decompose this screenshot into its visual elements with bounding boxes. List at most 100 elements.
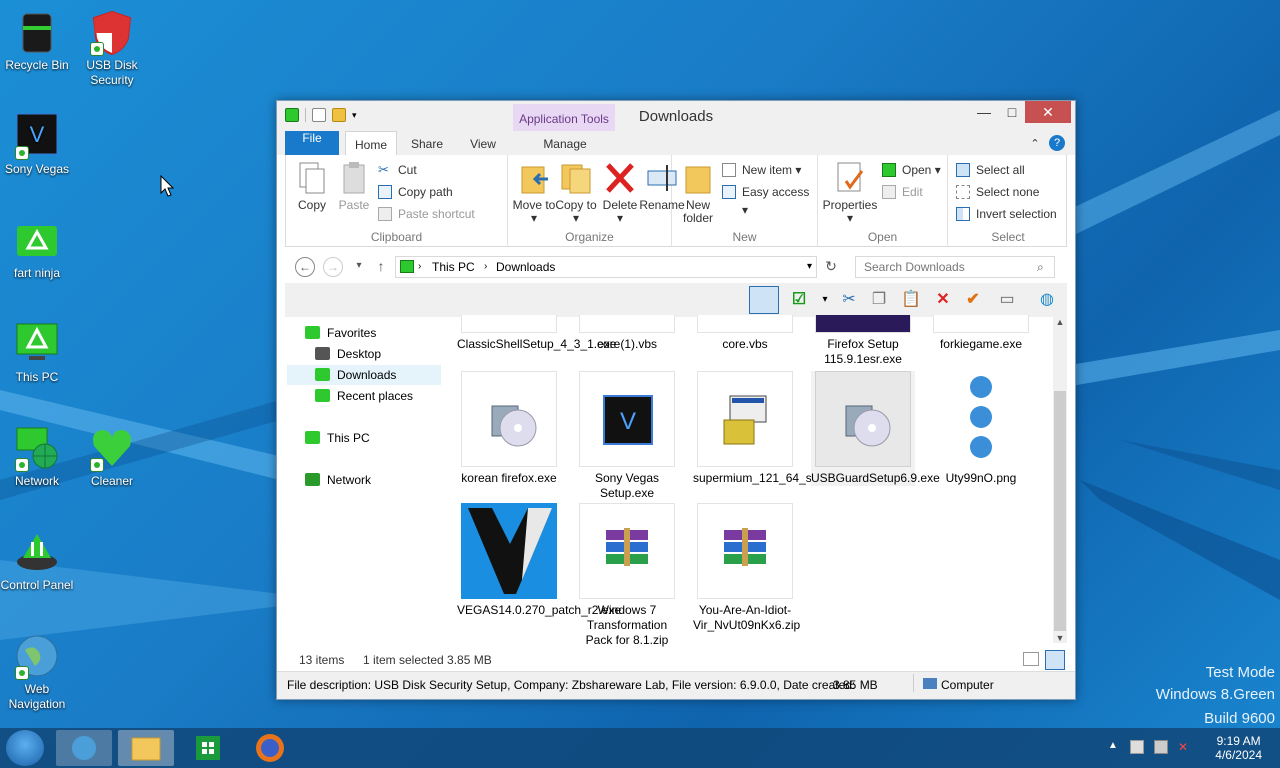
invert-selection-button[interactable]: Invert selection xyxy=(956,205,1057,223)
watermark-line-1: Test Mode xyxy=(1205,664,1275,681)
file-item[interactable]: Uty99nO.png xyxy=(929,371,1033,486)
paste-button[interactable]: Paste xyxy=(332,161,376,212)
cut-button[interactable]: ✂ Cut xyxy=(378,161,417,179)
desktop-icon-sony-vegas[interactable]: V Sony Vegas xyxy=(0,112,74,177)
nav-desktop[interactable]: Desktop xyxy=(315,344,381,364)
file-item[interactable]: VEGAS14.0.270_patch_r2.exe xyxy=(457,503,621,618)
close-button[interactable]: ✕ xyxy=(1025,101,1071,123)
tab-share[interactable]: Share xyxy=(405,131,449,155)
file-item[interactable]: core.vbs xyxy=(693,315,797,352)
forward-button[interactable]: → xyxy=(323,257,343,277)
desktop-icon-this-pc[interactable]: This PC xyxy=(0,320,74,385)
back-button[interactable]: ← xyxy=(295,257,315,277)
preview-pane-icon[interactable] xyxy=(749,286,779,314)
taskbar-ie-icon[interactable] xyxy=(56,730,112,766)
properties-toolbar-icon[interactable]: ✔ xyxy=(961,288,985,312)
file-item[interactable]: ClassicShellSetup_4_3_1.exe xyxy=(457,315,616,352)
rename-toolbar-icon[interactable]: ▭ xyxy=(995,288,1019,312)
checkmark-dropdown-icon[interactable]: ▾ xyxy=(813,288,837,312)
file-item[interactable]: Windows 7 Transformation Pack for 8.1.zi… xyxy=(575,503,679,648)
volume-muted-icon[interactable]: ✕ xyxy=(1178,740,1192,754)
select-none-button[interactable]: Select none xyxy=(956,183,1039,201)
search-input[interactable]: Search Downloads xyxy=(855,256,1055,278)
large-icons-view-icon[interactable] xyxy=(1045,650,1065,670)
start-button-icon[interactable] xyxy=(6,730,44,766)
tab-file[interactable]: File xyxy=(285,131,339,155)
refresh-button[interactable]: ↻ xyxy=(821,257,841,277)
desktop-icon-cleaner[interactable]: Cleaner xyxy=(75,424,149,489)
recent-locations-icon[interactable]: ▾ xyxy=(349,257,369,277)
nav-downloads[interactable]: Downloads xyxy=(287,365,441,385)
desktop-icon-fart-ninja[interactable]: fart ninja xyxy=(0,216,74,281)
tab-view[interactable]: View xyxy=(461,131,505,155)
new-folder-button[interactable]: New folder xyxy=(676,161,720,225)
file-item[interactable]: supermium_121_64_setup.exe xyxy=(693,371,858,486)
copy-toolbar-icon[interactable]: ❐ xyxy=(867,288,891,312)
collapse-ribbon-icon[interactable]: ⌃ xyxy=(1027,131,1043,155)
easy-access-button[interactable]: Easy access ▾ xyxy=(722,183,817,217)
file-item[interactable]: V Sony Vegas Setup.exe xyxy=(575,371,679,501)
tab-home[interactable]: Home xyxy=(345,131,397,155)
desktop-icon-control-panel[interactable]: Control Panel xyxy=(0,528,74,593)
title-bar[interactable]: ▾ Downloads Application Tools — □ ✕ xyxy=(277,101,1075,131)
open-button[interactable]: Open ▾ xyxy=(882,161,941,179)
delete-button[interactable]: Delete ▾ xyxy=(598,161,642,225)
show-hidden-icons[interactable]: ▲ xyxy=(1108,740,1118,751)
details-view-icon[interactable] xyxy=(1023,652,1039,666)
action-center-flag-icon[interactable] xyxy=(1130,740,1144,754)
tab-manage[interactable]: Manage xyxy=(535,131,595,155)
script-icon xyxy=(579,315,675,333)
move-to-button[interactable]: Move to ▾ xyxy=(512,161,556,225)
new-folder-label: New folder xyxy=(682,198,714,225)
scroll-up-icon[interactable]: ▲ xyxy=(1053,317,1067,327)
new-item-button[interactable]: New item ▾ xyxy=(722,161,801,179)
maximize-button[interactable]: □ xyxy=(995,101,1029,123)
file-item[interactable]: forkiegame.exe xyxy=(929,315,1033,352)
scroll-down-icon[interactable]: ▼ xyxy=(1053,633,1067,643)
cut-toolbar-icon[interactable]: ✂ xyxy=(837,288,861,312)
nav-favorites[interactable]: Favorites xyxy=(305,323,376,343)
paste-shortcut-button[interactable]: Paste shortcut xyxy=(378,205,475,223)
copy-path-button[interactable]: Copy path xyxy=(378,183,453,201)
select-all-button[interactable]: Select all xyxy=(956,161,1025,179)
desktop-icon xyxy=(315,347,330,360)
copy-button[interactable]: Copy xyxy=(290,161,334,212)
watermark-line-2: Windows 8.Green xyxy=(1155,686,1275,703)
winrar-archive-icon xyxy=(697,503,793,599)
properties-button[interactable]: Properties ▾ xyxy=(822,161,878,225)
taskbar-store-icon[interactable] xyxy=(180,730,236,766)
file-size: 3.85 MB xyxy=(833,678,878,692)
nav-this-pc[interactable]: This PC xyxy=(305,428,370,448)
file-item[interactable]: You-Are-An-Idiot-Vir_NvUt09nKx6.zip xyxy=(693,503,800,633)
breadcrumb-this-pc[interactable]: This PC xyxy=(432,257,475,277)
clock[interactable]: 9:19 AM 4/6/2024 xyxy=(1215,734,1262,762)
nav-network[interactable]: Network xyxy=(305,470,371,490)
file-item[interactable]: core(1).vbs xyxy=(575,315,679,352)
file-item[interactable]: Firefox Setup 115.9.1esr.exe xyxy=(811,315,915,367)
paste-toolbar-icon[interactable]: 📋 xyxy=(899,288,923,312)
help-icon[interactable]: ? xyxy=(1049,135,1065,151)
vertical-scrollbar[interactable]: ▲ ▼ xyxy=(1053,317,1067,643)
desktop-icon-usb-disk-security[interactable]: USB Disk Security xyxy=(75,8,149,88)
breadcrumb-downloads[interactable]: Downloads xyxy=(496,257,555,277)
taskbar-firefox-icon[interactable] xyxy=(242,730,298,766)
desktop-icon-recycle-bin[interactable]: Recycle Bin xyxy=(0,8,74,73)
address-box[interactable]: › This PC › Downloads ▾ xyxy=(395,256,817,278)
delete-label: Delete ▾ xyxy=(602,198,638,225)
edit-label: Edit xyxy=(902,185,923,199)
taskbar-explorer-icon[interactable] xyxy=(118,730,174,766)
desktop-icon-network[interactable]: Network xyxy=(0,424,74,489)
address-dropdown-icon[interactable]: ▾ xyxy=(807,257,812,277)
file-item[interactable]: korean firefox.exe xyxy=(457,371,561,486)
up-button[interactable]: ↑ xyxy=(371,257,391,277)
checkmark-icon[interactable]: ☑ xyxy=(787,288,811,312)
edit-button[interactable]: Edit xyxy=(882,183,923,201)
scrollbar-thumb[interactable] xyxy=(1054,391,1066,631)
desktop-icon-web-navigation[interactable]: Web Navigation xyxy=(0,632,74,712)
delete-toolbar-icon[interactable]: ✕ xyxy=(931,288,955,312)
file-item-selected[interactable]: USBGuardSetup6.9.exe xyxy=(811,371,940,486)
nav-recent-places[interactable]: Recent places xyxy=(315,386,413,406)
network-tray-icon[interactable] xyxy=(1154,740,1168,754)
globe-toolbar-icon[interactable]: ◍ xyxy=(1035,288,1059,312)
copy-to-button[interactable]: Copy to ▾ xyxy=(554,161,598,225)
